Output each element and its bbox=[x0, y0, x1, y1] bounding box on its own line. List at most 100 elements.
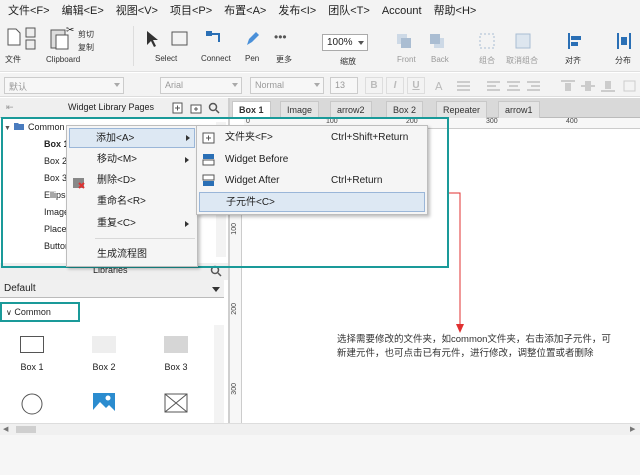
library-select-value: Default bbox=[4, 283, 36, 294]
bold-button[interactable]: B bbox=[365, 77, 383, 94]
menu-item-generate-flowchart[interactable]: 生成流程图 bbox=[69, 245, 195, 265]
zoom-value: 100% bbox=[327, 37, 353, 48]
menu-item-label: Widget After bbox=[225, 175, 280, 186]
library-select[interactable]: Default bbox=[0, 280, 224, 298]
ellipse-widget-icon[interactable] bbox=[21, 393, 43, 415]
pages-panel-title: Widget Library Pages bbox=[68, 102, 155, 112]
widget-scrollbar[interactable] bbox=[214, 325, 224, 423]
menu-item-label: 删除<D> bbox=[97, 175, 136, 186]
add-submenu: 文件夹<F> Ctrl+Shift+Return Widget Before Wi… bbox=[196, 125, 428, 215]
select-arrow-icon[interactable] bbox=[144, 30, 158, 48]
font-weight-select[interactable]: Normal bbox=[250, 77, 324, 94]
copy-label[interactable]: 复制 bbox=[78, 42, 94, 53]
widget-box2[interactable] bbox=[92, 336, 116, 353]
group-icon[interactable] bbox=[478, 32, 496, 50]
status-area bbox=[0, 435, 640, 475]
save-icon[interactable] bbox=[25, 27, 37, 51]
chevron-down-icon bbox=[212, 287, 220, 292]
menu-publish[interactable]: 发布<I> bbox=[272, 0, 322, 22]
horizontal-scrollbar[interactable]: ◀ ▶ bbox=[0, 423, 640, 435]
menu-edit[interactable]: 编辑<E> bbox=[56, 0, 110, 22]
bring-front-icon[interactable] bbox=[395, 32, 413, 50]
submenu-item-widget-before[interactable]: Widget Before bbox=[199, 150, 425, 170]
add-page-icon[interactable] bbox=[172, 102, 184, 114]
widget-box3[interactable] bbox=[164, 336, 188, 353]
menu-item-rename[interactable]: 重命名<R> bbox=[69, 192, 195, 212]
menu-file[interactable]: 文件<F> bbox=[2, 0, 56, 22]
valign-bottom-icon[interactable] bbox=[600, 79, 616, 93]
scroll-right-icon[interactable]: ▶ bbox=[630, 425, 635, 433]
widget-label: Box 1 bbox=[20, 362, 44, 372]
menu-project[interactable]: 项目<P> bbox=[164, 0, 218, 22]
tab-arrow2[interactable]: arrow2 bbox=[330, 101, 372, 118]
zoom-input[interactable]: 100% bbox=[322, 34, 368, 51]
valign-middle-icon[interactable] bbox=[580, 79, 596, 93]
menu-item-move[interactable]: 移动<M> bbox=[69, 150, 195, 170]
submenu-item-child-widget[interactable]: 子元件<C> bbox=[199, 192, 425, 212]
menu-view[interactable]: 视图<V> bbox=[110, 0, 164, 22]
menu-item-duplicate[interactable]: 重复<C> bbox=[69, 214, 195, 234]
ruler-label: 300 bbox=[231, 383, 238, 395]
collapse-icon[interactable]: ⇤ bbox=[6, 102, 14, 113]
distribute-icon[interactable] bbox=[615, 32, 635, 50]
align-icon[interactable] bbox=[566, 32, 584, 50]
file-icon[interactable] bbox=[6, 28, 22, 46]
scroll-left-icon[interactable]: ◀ bbox=[3, 425, 8, 433]
menu-item-label: 子元件<C> bbox=[226, 197, 275, 208]
tab-arrow1[interactable]: arrow1 bbox=[498, 101, 540, 118]
align-label[interactable]: 对齐 bbox=[565, 55, 581, 66]
image-widget-icon[interactable] bbox=[92, 392, 116, 414]
placeholder-widget-icon[interactable] bbox=[164, 393, 188, 413]
list-icon[interactable] bbox=[456, 79, 472, 93]
ungroup-icon[interactable] bbox=[514, 32, 532, 50]
menu-item-add[interactable]: 添加<A> bbox=[69, 128, 195, 148]
cut-label[interactable]: 剪切 bbox=[78, 29, 94, 40]
menu-team[interactable]: 团队<T> bbox=[322, 0, 376, 22]
tab-image[interactable]: Image bbox=[280, 101, 320, 118]
menu-arrange[interactable]: 布置<A> bbox=[218, 0, 272, 22]
svg-text:A: A bbox=[435, 80, 443, 93]
font-select[interactable]: Arial bbox=[160, 77, 242, 94]
zoom-label: 缩放 bbox=[340, 57, 356, 66]
connect-icon[interactable] bbox=[205, 30, 225, 48]
more-icon[interactable]: ••• bbox=[274, 30, 287, 44]
font-size-select[interactable]: 13 bbox=[330, 77, 358, 94]
add-folder-icon[interactable] bbox=[190, 102, 202, 114]
widget-label: Box 2 bbox=[92, 362, 116, 372]
toolbar: 文件 Clipboard ✂ 剪切 复制 Select Connect Pen … bbox=[0, 22, 640, 72]
underline-button[interactable]: U bbox=[407, 77, 425, 94]
align-right-icon[interactable] bbox=[526, 79, 542, 93]
italic-button[interactable]: I bbox=[386, 77, 404, 94]
menu-account[interactable]: Account bbox=[376, 0, 428, 22]
chevron-down-icon bbox=[358, 41, 364, 45]
distribute-label[interactable]: 分布 bbox=[615, 55, 631, 66]
text-color-icon[interactable]: A bbox=[432, 78, 448, 94]
tab-box2[interactable]: Box 2 bbox=[386, 101, 424, 118]
submenu-item-folder[interactable]: 文件夹<F> Ctrl+Shift+Return bbox=[199, 128, 425, 148]
library-group-common[interactable]: ∨ Common bbox=[0, 302, 80, 322]
size-value: 13 bbox=[335, 80, 346, 90]
style-value: 默认 bbox=[9, 82, 28, 92]
scrollbar-thumb[interactable] bbox=[16, 426, 36, 433]
select-box-icon[interactable] bbox=[170, 30, 190, 48]
pen-icon[interactable] bbox=[244, 30, 260, 48]
send-back-icon[interactable] bbox=[428, 32, 446, 50]
style-select[interactable]: 默认 bbox=[4, 77, 124, 94]
fill-color-icon[interactable] bbox=[622, 79, 638, 93]
menu-item-delete[interactable]: 删除<D> bbox=[69, 171, 195, 191]
submenu-arrow-icon bbox=[185, 157, 189, 163]
search-icon[interactable] bbox=[208, 102, 220, 114]
menu-help[interactable]: 帮助<H> bbox=[428, 0, 483, 22]
pen-label: Pen bbox=[245, 54, 260, 63]
pages-panel-header: ⇤ Widget Library Pages bbox=[0, 98, 228, 118]
align-left-icon[interactable] bbox=[486, 79, 502, 93]
chevron-down-icon bbox=[314, 83, 320, 87]
valign-top-icon[interactable] bbox=[560, 79, 576, 93]
submenu-item-widget-after[interactable]: Widget After Ctrl+Return bbox=[199, 171, 425, 191]
tab-repeater[interactable]: Repeater bbox=[436, 101, 488, 118]
scissors-icon[interactable]: ✂ bbox=[66, 25, 74, 36]
align-center-icon[interactable] bbox=[506, 79, 522, 93]
tab-box1[interactable]: Box 1 bbox=[232, 101, 271, 118]
widget-box1[interactable] bbox=[20, 336, 44, 353]
annotation-arrow bbox=[449, 192, 464, 333]
